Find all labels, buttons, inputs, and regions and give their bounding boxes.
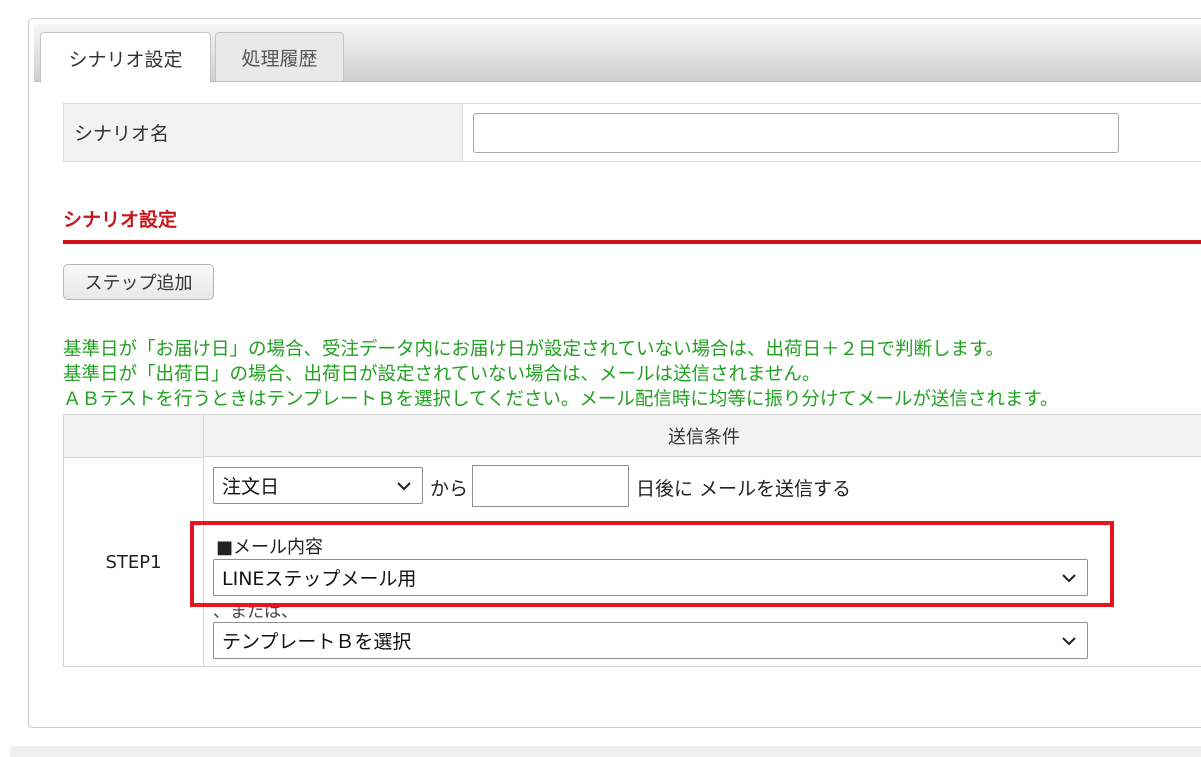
mail-template-select[interactable]: LINEステップメール用 (213, 559, 1088, 596)
scenario-name-row: シナリオ名 (63, 103, 1201, 162)
chevron-down-icon (397, 481, 411, 490)
tab-processing-history[interactable]: 処理履歴 (215, 32, 344, 81)
or-text: 、または、 (213, 602, 298, 622)
table-header: 送信条件 (204, 415, 1201, 457)
note-line: 基準日が「お届け日」の場合、受注データ内にお届け日が設定されていない場合は、出荷… (63, 339, 1005, 360)
after-days-text: 日後に メールを送信する (636, 478, 852, 500)
from-text: から (430, 478, 469, 500)
notes: 基準日が「お届け日」の場合、受注データ内にお届け日が設定されていない場合は、出荷… (63, 337, 1201, 412)
template-b-select-value: テンプレートＢを選択 (222, 631, 412, 653)
base-date-select-value: 注文日 (222, 476, 280, 498)
scenario-name-input[interactable] (473, 113, 1119, 153)
chevron-down-icon (1062, 636, 1076, 645)
days-input[interactable] (472, 465, 629, 507)
add-step-button[interactable]: ステップ追加 (63, 264, 214, 300)
section-title: シナリオ設定 (63, 209, 178, 231)
mail-content-label: ■メール内容 (216, 537, 324, 558)
chevron-down-icon (1062, 573, 1076, 582)
template-b-select[interactable]: テンプレートＢを選択 (213, 622, 1088, 659)
scenario-name-label: シナリオ名 (64, 104, 463, 161)
tab-bar: シナリオ設定 処理履歴 (34, 24, 1201, 83)
note-line: 基準日が「出荷日」の場合、出荷日が設定されていない場合は、メールは送信されません… (63, 364, 821, 385)
tab-scenario-settings[interactable]: シナリオ設定 (40, 32, 211, 83)
table-header-empty (64, 415, 204, 458)
bottom-strip (10, 746, 1201, 757)
section-divider (63, 240, 1201, 244)
mail-template-select-value: LINEステップメール用 (222, 568, 417, 590)
step-label: STEP1 (64, 458, 204, 666)
base-date-select[interactable]: 注文日 (213, 467, 423, 504)
note-line: ＡＢテストを行うときはテンプレートＢを選択してください。メール配信時に均等に振り… (63, 389, 1059, 410)
